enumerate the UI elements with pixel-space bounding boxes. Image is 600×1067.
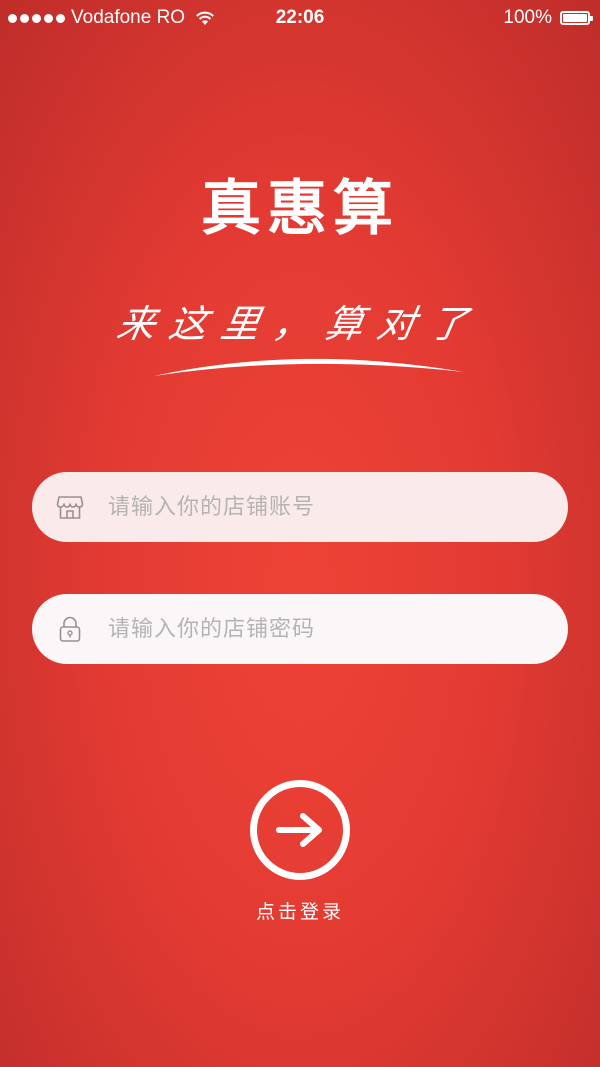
login-button[interactable]	[250, 780, 350, 880]
account-input[interactable]	[106, 493, 530, 521]
battery-icon	[560, 11, 593, 25]
app-title: 真惠算	[201, 174, 399, 244]
slogan-underline-swoosh	[154, 358, 464, 376]
password-input[interactable]	[106, 615, 530, 643]
password-field[interactable]	[32, 594, 568, 664]
slogan: 来这里，算对了	[113, 302, 486, 346]
battery-percentage: 100%	[503, 7, 552, 28]
status-bar: Vodafone RO 22:06 100%	[0, 0, 600, 36]
arrow-right-icon	[276, 813, 322, 847]
lock-icon	[59, 616, 81, 642]
store-icon	[56, 496, 84, 519]
login-label[interactable]: 点击登录	[0, 897, 600, 924]
status-right: 100%	[503, 7, 593, 29]
account-field[interactable]	[32, 472, 568, 542]
